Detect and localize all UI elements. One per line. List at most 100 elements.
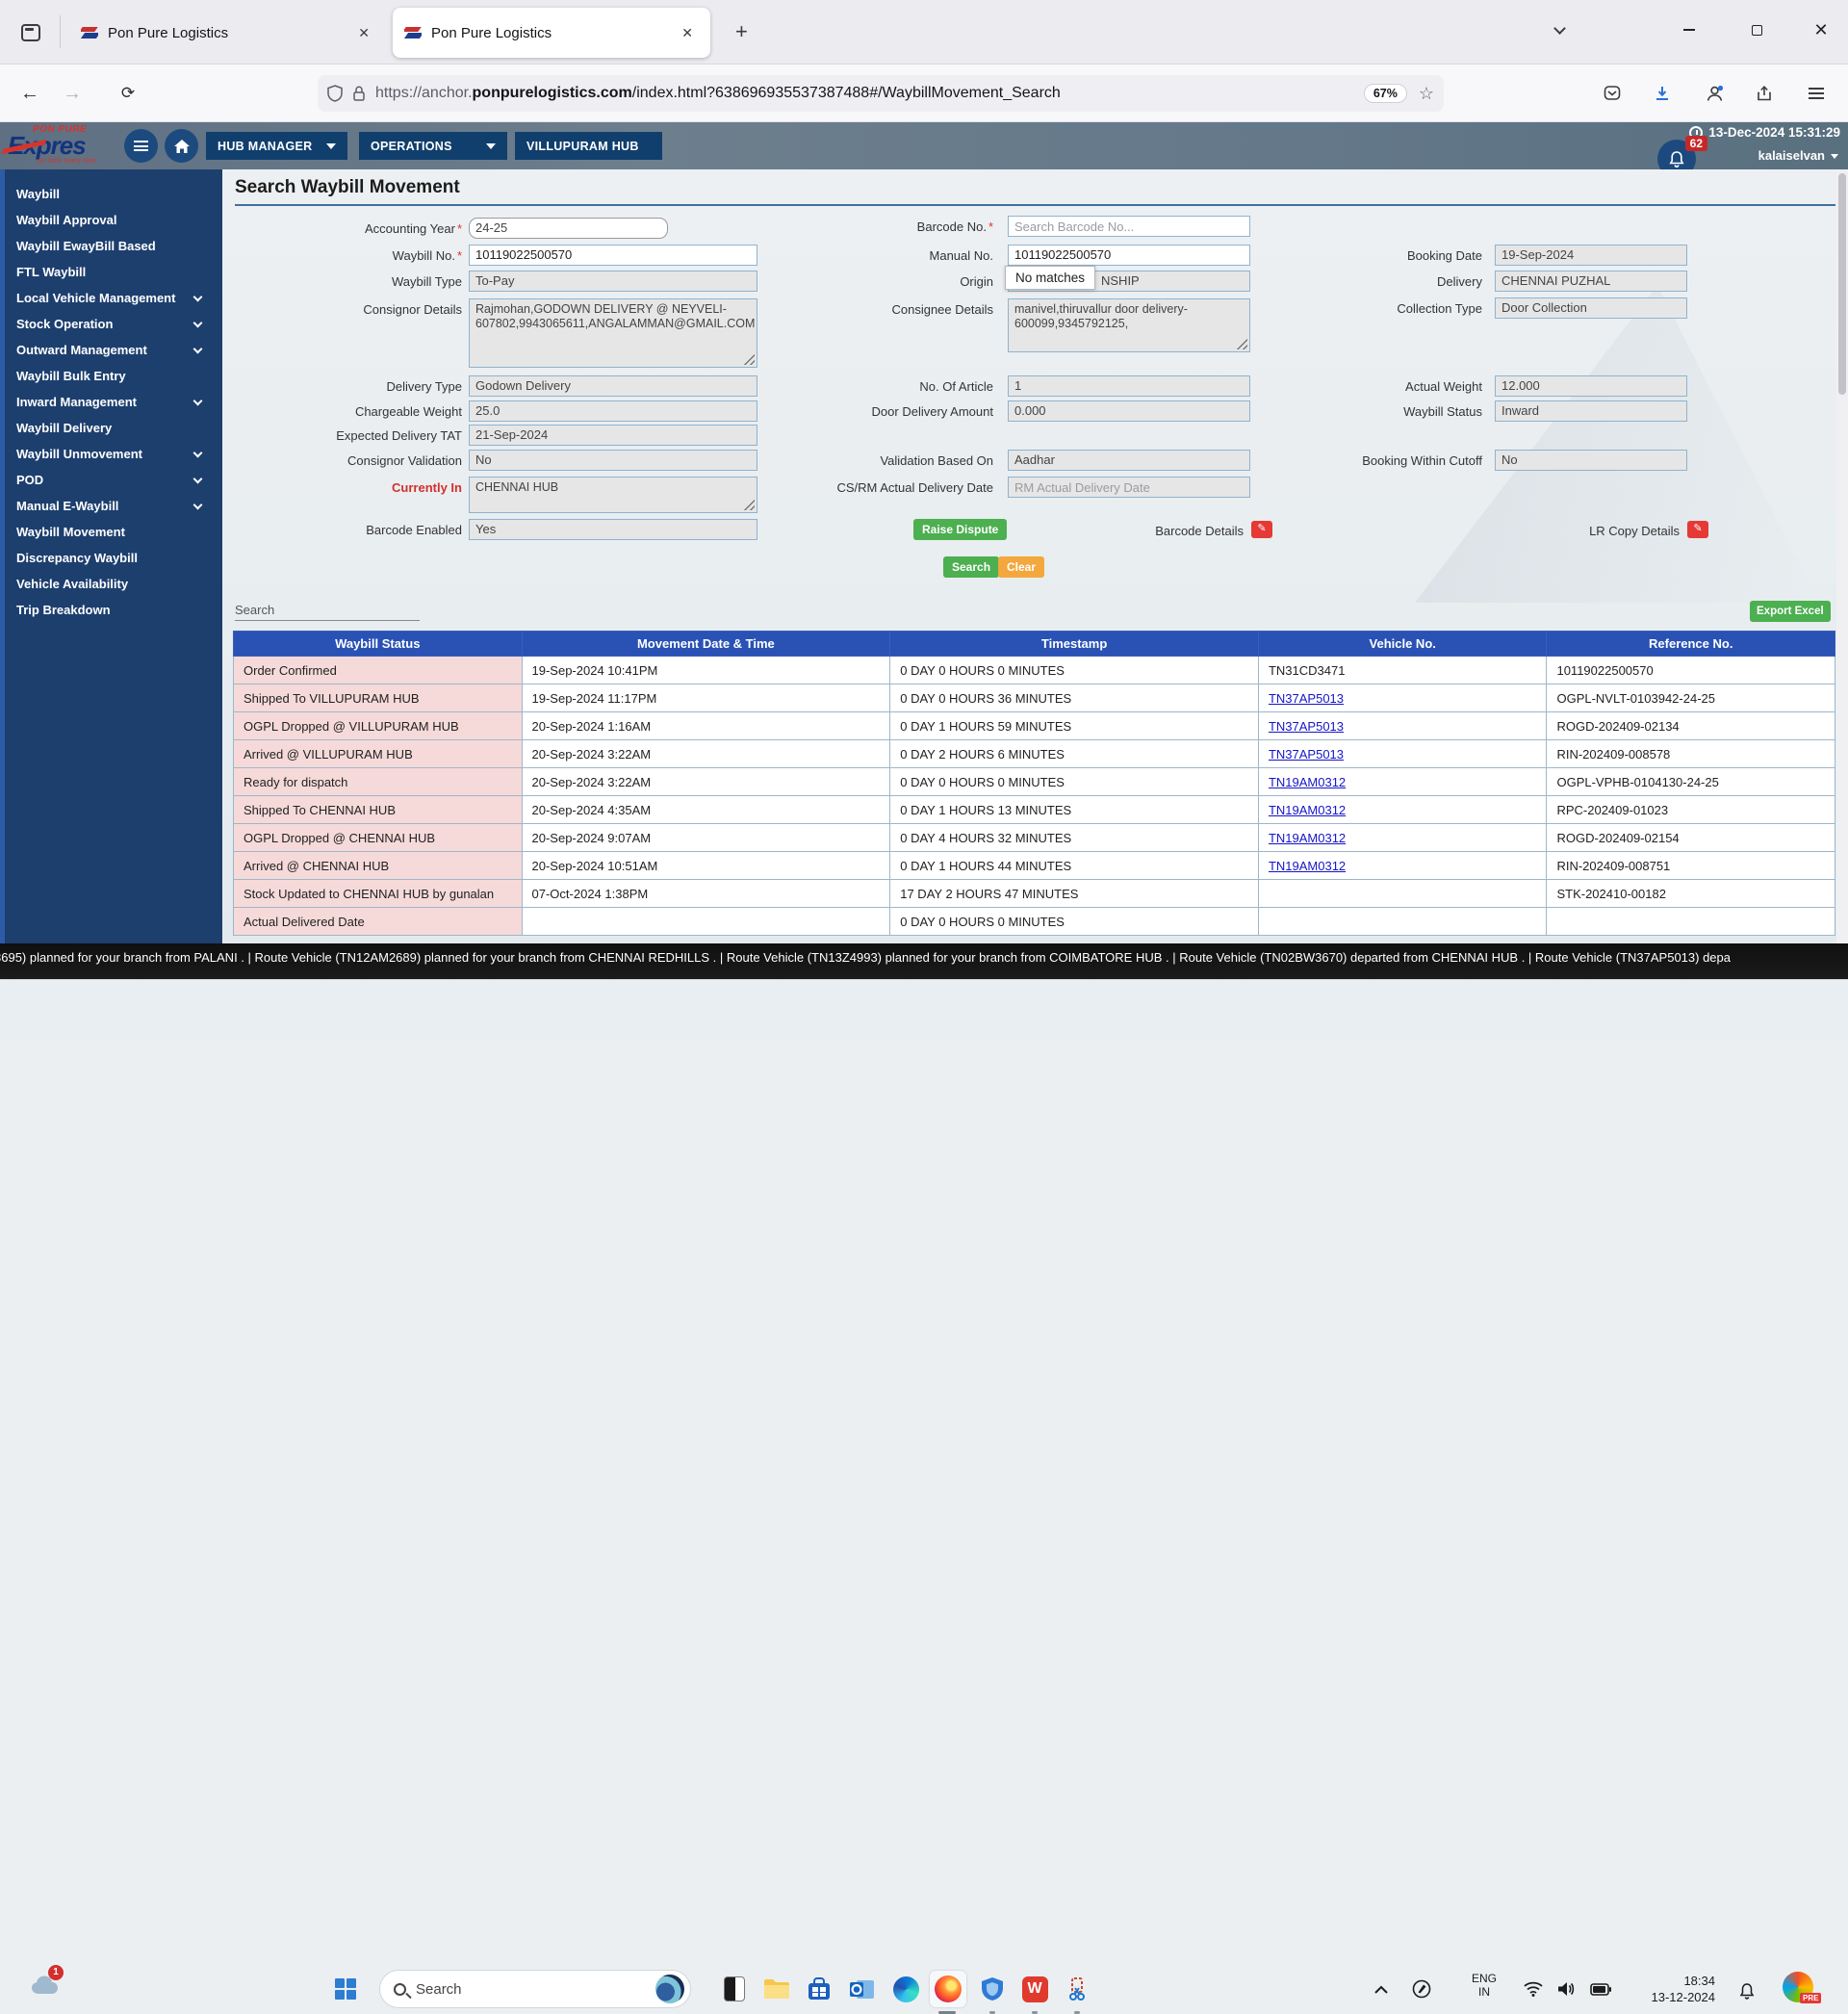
sidebar-item-waybill-approval[interactable]: Waybill Approval: [5, 207, 222, 233]
tray-chevron-up-icon[interactable]: [1367, 1975, 1396, 2003]
sidebar-item-inward-management[interactable]: Inward Management: [5, 389, 222, 415]
consignee-details-textarea[interactable]: manivel,thiruvallur door delivery-600099…: [1008, 298, 1250, 352]
taskbar-app-gallery[interactable]: [716, 1971, 753, 2007]
col-movement-datetime[interactable]: Movement Date & Time: [522, 632, 890, 657]
bookmark-star-icon[interactable]: ☆: [1419, 84, 1434, 104]
manual-no-input[interactable]: 10119022500570: [1008, 245, 1250, 266]
browser-tab-2-active[interactable]: Pon Pure Logistics ✕: [393, 8, 710, 58]
sidebar-item-vehicle-availability[interactable]: Vehicle Availability: [5, 571, 222, 597]
hub-selector[interactable]: VILLUPURAM HUB: [515, 132, 662, 160]
sidebar-item-waybill[interactable]: Waybill: [5, 181, 222, 207]
wps-office-icon[interactable]: W: [1016, 1971, 1053, 2007]
vehicle-link[interactable]: TN19AM0312: [1269, 831, 1346, 845]
role-dropdown[interactable]: HUB MANAGER: [206, 132, 347, 160]
taskbar-clock[interactable]: 18:3413-12-2024: [1652, 1973, 1716, 2005]
barcode-enabled-field[interactable]: Yes: [469, 519, 757, 540]
vehicle-link[interactable]: TN37AP5013: [1269, 719, 1344, 734]
volume-icon[interactable]: [1552, 1975, 1580, 2003]
back-icon[interactable]: ←: [13, 78, 46, 109]
edge-icon[interactable]: [887, 1971, 924, 2007]
home-icon[interactable]: [165, 129, 198, 163]
firefox-icon[interactable]: [930, 1971, 966, 2007]
window-minimize-button[interactable]: [1670, 13, 1708, 46]
downloads-icon[interactable]: [1648, 80, 1677, 107]
copilot-icon[interactable]: PRE: [1783, 1972, 1819, 2008]
user-menu[interactable]: kalaiselvan: [1758, 148, 1838, 163]
account-icon[interactable]: [1700, 80, 1729, 107]
sidebar-item-discrepancy-waybill[interactable]: Discrepancy Waybill: [5, 545, 222, 571]
taskbar-notifications-bell-icon[interactable]: [1732, 1976, 1761, 2005]
vehicle-link[interactable]: TN19AM0312: [1269, 803, 1346, 817]
sidebar-item-local-vehicle-management[interactable]: Local Vehicle Management: [5, 285, 222, 311]
taskbar-app-blue[interactable]: [974, 1971, 1011, 2007]
firefox-view-icon[interactable]: [13, 15, 48, 50]
resize-grip-icon[interactable]: [742, 498, 755, 510]
waybill-status-field[interactable]: Inward: [1495, 400, 1687, 422]
language-indicator[interactable]: ENGIN: [1465, 1972, 1503, 1999]
collection-type-field[interactable]: Door Collection: [1495, 297, 1687, 319]
table-search-input[interactable]: [235, 620, 420, 621]
no-of-article-field[interactable]: 1: [1008, 375, 1250, 397]
lr-copy-details-edit-button[interactable]: ✎: [1687, 521, 1708, 538]
booking-date-field[interactable]: 19-Sep-2024: [1495, 245, 1687, 266]
export-excel-button[interactable]: Export Excel: [1750, 601, 1831, 622]
vehicle-link[interactable]: TN37AP5013: [1269, 691, 1344, 706]
resize-grip-icon[interactable]: [1235, 337, 1247, 349]
sidebar-item-ftl-waybill[interactable]: FTL Waybill: [5, 259, 222, 285]
shield-icon[interactable]: [327, 85, 343, 102]
cs-rm-actual-delivery-date-input[interactable]: [1008, 477, 1250, 498]
col-reference-no[interactable]: Reference No.: [1547, 632, 1835, 657]
col-vehicle-no[interactable]: Vehicle No.: [1258, 632, 1547, 657]
zoom-level-badge[interactable]: 67%: [1364, 84, 1407, 103]
resize-grip-icon[interactable]: [742, 352, 755, 365]
reload-icon[interactable]: ⟳: [112, 78, 144, 109]
validation-based-on-field[interactable]: Aadhar: [1008, 450, 1250, 471]
wifi-icon[interactable]: [1519, 1975, 1548, 2003]
start-button[interactable]: [327, 1971, 364, 2007]
lock-icon[interactable]: [352, 85, 366, 102]
pocket-icon[interactable]: [1598, 80, 1627, 107]
accounting-year-select[interactable]: 24-25: [469, 218, 668, 239]
browser-scrollbar[interactable]: [1836, 169, 1848, 943]
new-tab-button[interactable]: +: [735, 19, 748, 44]
taskbar-search[interactable]: Search: [379, 1970, 691, 2008]
browser-tab-1[interactable]: Pon Pure Logistics ✕: [69, 8, 387, 58]
barcode-no-input[interactable]: [1008, 216, 1250, 237]
window-close-button[interactable]: ✕: [1802, 13, 1840, 46]
search-button[interactable]: Search: [943, 556, 999, 578]
department-dropdown[interactable]: OPERATIONS: [359, 132, 507, 160]
sidebar-item-trip-breakdown[interactable]: Trip Breakdown: [5, 597, 222, 623]
tray-pen-icon[interactable]: [1407, 1975, 1436, 2003]
booking-within-cutoff-field[interactable]: No: [1495, 450, 1687, 471]
address-bar[interactable]: https://anchor.ponpurelogistics.com/inde…: [318, 75, 1444, 112]
sidebar-item-outward-management[interactable]: Outward Management: [5, 337, 222, 363]
col-waybill-status[interactable]: Waybill Status: [234, 632, 523, 657]
barcode-details-edit-button[interactable]: ✎: [1251, 521, 1272, 538]
expected-delivery-tat-field[interactable]: 21-Sep-2024: [469, 425, 757, 446]
sidebar-item-manual-e-waybill[interactable]: Manual E-Waybill: [5, 493, 222, 519]
app-menu-icon[interactable]: [124, 129, 158, 163]
raise-dispute-button[interactable]: Raise Dispute: [913, 519, 1007, 540]
file-explorer-icon[interactable]: [758, 1971, 795, 2007]
col-timestamp[interactable]: Timestamp: [890, 632, 1259, 657]
microsoft-store-icon[interactable]: [801, 1971, 837, 2007]
vehicle-link[interactable]: TN19AM0312: [1269, 859, 1346, 873]
snipping-tool-icon[interactable]: [1059, 1971, 1095, 2007]
outlook-icon[interactable]: [843, 1971, 880, 2007]
sidebar-item-waybill-ewaybill-based[interactable]: Waybill EwayBill Based: [5, 233, 222, 259]
tab-close-icon[interactable]: ✕: [352, 22, 375, 44]
door-delivery-amount-field[interactable]: 0.000: [1008, 400, 1250, 422]
sidebar-item-waybill-movement[interactable]: Waybill Movement: [5, 519, 222, 545]
battery-icon[interactable]: [1586, 1975, 1615, 2003]
sidebar-item-waybill-unmovement[interactable]: Waybill Unmovement: [5, 441, 222, 467]
widgets-weather-icon[interactable]: 1: [29, 1969, 67, 2007]
sidebar-item-stock-operation[interactable]: Stock Operation: [5, 311, 222, 337]
actual-weight-field[interactable]: 12.000: [1495, 375, 1687, 397]
sidebar-item-waybill-delivery[interactable]: Waybill Delivery: [5, 415, 222, 441]
window-maximize-button[interactable]: [1737, 13, 1776, 46]
ponpure-logo[interactable]: PON PURE Expres On time every time: [8, 124, 133, 165]
sidebar-item-waybill-bulk-entry[interactable]: Waybill Bulk Entry: [5, 363, 222, 389]
menu-icon[interactable]: [1802, 80, 1831, 107]
forward-icon[interactable]: →: [56, 78, 89, 109]
scrollbar-thumb[interactable]: [1838, 173, 1846, 395]
